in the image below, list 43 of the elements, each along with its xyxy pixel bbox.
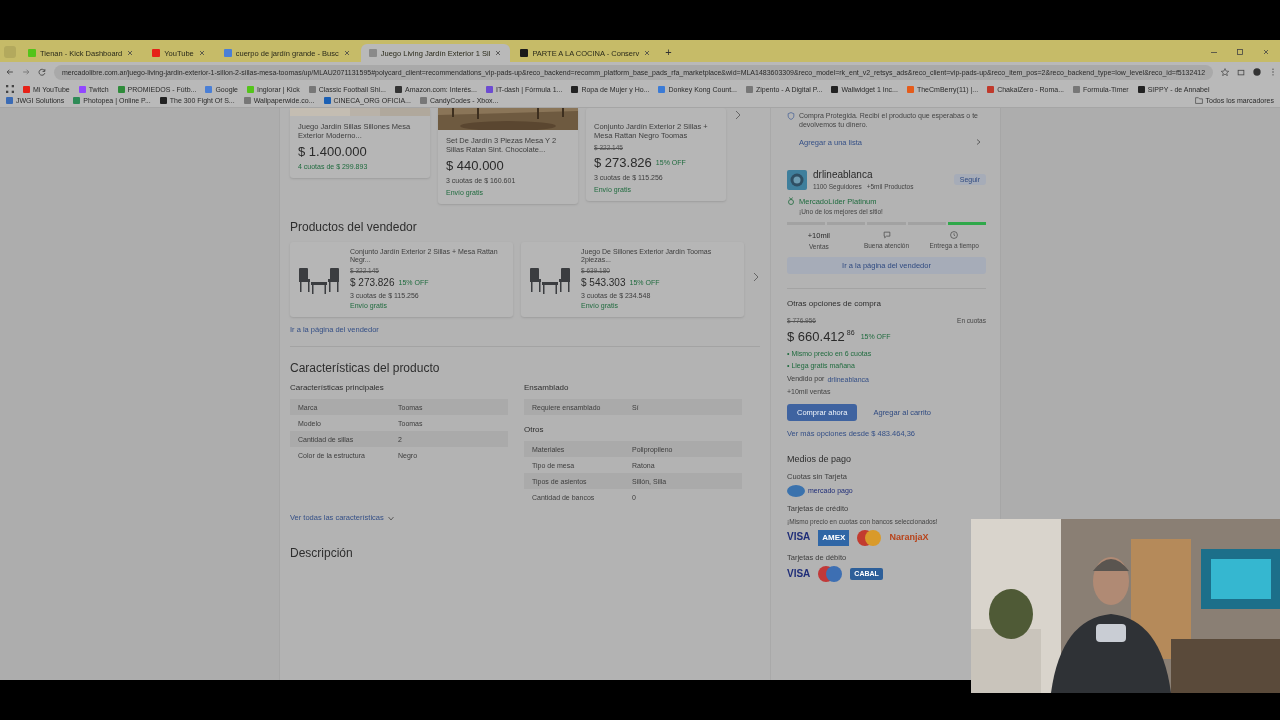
close-icon[interactable] <box>342 49 351 57</box>
close-icon[interactable] <box>494 49 503 57</box>
price: $ 660.412 <box>787 329 845 346</box>
star-icon[interactable] <box>1221 68 1230 76</box>
chat-icon <box>882 230 891 239</box>
close-icon[interactable] <box>643 49 652 57</box>
chevron-right-icon <box>974 138 982 146</box>
medal-icon <box>787 197 795 206</box>
section-title: Productos del vendedor <box>290 219 418 234</box>
payment-title: Medios de pago <box>787 453 853 465</box>
group-title: Ensamblado <box>524 383 570 394</box>
apps-icon[interactable] <box>6 85 14 93</box>
extensions-icon[interactable] <box>1237 68 1246 76</box>
close-icon[interactable] <box>197 49 206 57</box>
close-icon[interactable] <box>126 49 135 57</box>
folder-icon <box>1194 96 1203 104</box>
forward-icon[interactable] <box>22 68 30 76</box>
back-icon[interactable] <box>6 68 14 76</box>
section-title: Descripción <box>290 546 354 561</box>
price: $ 1.400.000 <box>298 143 367 160</box>
card-circles-icon <box>857 529 882 546</box>
new-tab-button[interactable]: + <box>665 46 672 58</box>
price: $ 440.000 <box>446 157 504 174</box>
section-title: Características del producto <box>290 361 441 376</box>
price: $ 543.303 <box>581 277 626 290</box>
restore-icon[interactable] <box>1236 48 1244 56</box>
reload-icon[interactable] <box>38 68 46 76</box>
card-circles-icon <box>818 566 843 582</box>
group-title: Características principales <box>290 383 385 394</box>
clock-icon <box>950 230 959 239</box>
seller-name: drlineablanca <box>813 168 874 181</box>
seller-logo <box>787 169 807 190</box>
shield-icon <box>787 112 795 120</box>
close-icon[interactable] <box>1262 48 1270 56</box>
options-title: Otras opciones de compra <box>787 299 882 310</box>
group-title: Otros <box>524 425 545 436</box>
visa-logo: VISA <box>787 567 811 581</box>
price: $ 273.826 <box>350 277 395 290</box>
visa-logo: VISA <box>787 531 811 544</box>
amex-logo: AMEX <box>818 529 850 546</box>
price: $ 273.826 <box>594 154 652 172</box>
profile-icon[interactable] <box>1253 68 1262 76</box>
naranja-logo: NaranjaX <box>889 532 929 544</box>
